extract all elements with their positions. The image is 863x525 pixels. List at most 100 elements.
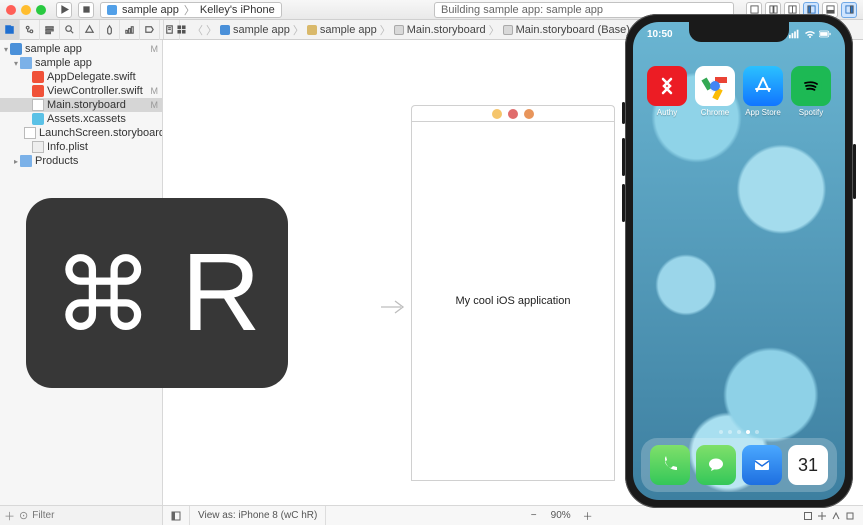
tree-item-sample-app[interactable]: ▾sample appM xyxy=(0,42,162,56)
document-outline-toggle[interactable] xyxy=(163,506,190,525)
proj-file-icon xyxy=(10,43,22,55)
initial-view-controller-arrow-icon[interactable] xyxy=(381,297,407,317)
zoom-in-button[interactable]: ＋ xyxy=(581,509,595,523)
storyboard-icon xyxy=(394,25,404,35)
minimize-window-icon[interactable] xyxy=(21,5,31,15)
zoom-out-button[interactable]: − xyxy=(527,509,541,523)
app-label: Chrome xyxy=(701,108,729,117)
close-window-icon[interactable] xyxy=(6,5,16,15)
project-icon xyxy=(220,25,230,35)
wifi-icon xyxy=(804,29,816,39)
simulator-screen[interactable]: 10:50 Authy Chrome App Store Spotify 31 xyxy=(633,22,845,500)
find-navigator-tab[interactable] xyxy=(60,20,80,40)
scheme-device-label: Kelley's iPhone xyxy=(200,4,275,16)
project-navigator-tab[interactable] xyxy=(0,20,20,40)
tree-item-assets-xcassets[interactable]: Assets.xcassets xyxy=(0,112,162,126)
canvas-options[interactable] xyxy=(795,506,863,525)
test-navigator-tab[interactable] xyxy=(100,20,120,40)
page-indicator[interactable] xyxy=(633,430,845,434)
view-as-control[interactable]: View as: iPhone 8 (wC hR) xyxy=(190,506,326,525)
sb-file-icon xyxy=(24,127,36,139)
authy-app-icon[interactable] xyxy=(647,66,687,106)
home-app-appstore[interactable]: App Store xyxy=(741,66,785,117)
tree-item-label: Info.plist xyxy=(47,141,88,153)
add-button[interactable]: ＋ xyxy=(4,509,15,523)
phone-app-icon[interactable] xyxy=(650,445,690,485)
tree-item-sample-app[interactable]: ▾sample app xyxy=(0,56,162,70)
view-controller-scene[interactable]: My cool iOS application xyxy=(411,105,615,481)
tree-item-label: LaunchScreen.storyboard xyxy=(39,127,163,139)
home-app-spotify[interactable]: Spotify xyxy=(789,66,833,117)
disclosure-triangle-icon[interactable]: ▾ xyxy=(2,45,10,54)
label-on-canvas[interactable]: My cool iOS application xyxy=(456,295,571,307)
r-key-glyph: R xyxy=(181,238,260,348)
tree-item-info-plist[interactable]: Info.plist xyxy=(0,140,162,154)
command-key-glyph: ⌘ xyxy=(53,246,153,346)
tree-item-label: sample app xyxy=(25,43,82,55)
scheme-app-label: sample app xyxy=(122,4,179,16)
scheme-selector[interactable]: sample app 〉 Kelley's iPhone xyxy=(100,2,282,18)
zoom-window-icon[interactable] xyxy=(36,5,46,15)
side-button-icon xyxy=(853,144,856,199)
tree-item-label: AppDelegate.swift xyxy=(47,71,136,83)
run-button[interactable] xyxy=(56,2,72,18)
tree-item-appdelegate-swift[interactable]: AppDelegate.swift xyxy=(0,70,162,84)
storyboard-icon xyxy=(503,25,513,35)
battery-icon xyxy=(819,29,831,39)
tree-item-viewcontroller-swift[interactable]: ViewController.swift M xyxy=(0,84,162,98)
first-responder-icon[interactable] xyxy=(492,109,502,119)
navigator-tabset xyxy=(0,20,180,40)
crumb-3[interactable]: Main.storyboard (Base) xyxy=(516,24,630,36)
crumb-2[interactable]: Main.storyboard xyxy=(407,24,486,36)
issue-navigator-tab[interactable] xyxy=(80,20,100,40)
chrome-app-icon[interactable] xyxy=(695,66,735,106)
scm-status-badge: M xyxy=(151,86,159,96)
appstore-app-icon[interactable] xyxy=(743,66,783,106)
folder-icon xyxy=(307,25,317,35)
breakpoint-navigator-tab[interactable] xyxy=(140,20,160,40)
dock: 31 xyxy=(641,438,837,492)
symbol-navigator-tab[interactable] xyxy=(40,20,60,40)
forward-button[interactable]: 〉 xyxy=(206,22,217,38)
app-label: App Store xyxy=(745,108,781,117)
filter-field[interactable] xyxy=(32,510,164,521)
tree-item-main-storyboard[interactable]: Main.storyboardM xyxy=(0,98,162,112)
tree-item-label: ViewController.swift xyxy=(47,85,143,97)
notch xyxy=(689,22,789,42)
keyboard-shortcut-overlay: ⌘ R xyxy=(26,198,288,388)
crumb-0[interactable]: sample app xyxy=(233,24,290,36)
scene-header[interactable] xyxy=(411,105,615,121)
tree-item-launchscreen-storyboard[interactable]: LaunchScreen.storyboard xyxy=(0,126,162,140)
mute-switch-icon xyxy=(622,102,625,124)
source-control-navigator-tab[interactable] xyxy=(20,20,40,40)
sb-file-icon xyxy=(32,99,44,111)
back-button[interactable]: 〈 xyxy=(192,22,203,38)
messages-app-icon[interactable] xyxy=(696,445,736,485)
mail-app-icon[interactable] xyxy=(742,445,782,485)
disclosure-triangle-icon[interactable]: ▾ xyxy=(12,59,20,68)
xc-file-icon xyxy=(32,113,44,125)
chevron-right-icon: 〉 xyxy=(184,2,195,18)
view-controller-view[interactable]: My cool iOS application xyxy=(411,121,615,481)
plist-file-icon xyxy=(32,141,44,153)
view-controller-icon[interactable] xyxy=(524,109,534,119)
disclosure-triangle-icon[interactable]: ▸ xyxy=(12,157,20,166)
activity-text: Building sample app: sample app xyxy=(441,4,603,16)
status-time: 10:50 xyxy=(647,29,673,40)
zoom-level[interactable]: 90% xyxy=(551,510,571,521)
spotify-app-icon[interactable] xyxy=(791,66,831,106)
home-app-chrome[interactable]: Chrome xyxy=(693,66,737,117)
crumb-1[interactable]: sample app xyxy=(320,24,377,36)
toggle-inspector-button[interactable] xyxy=(841,2,857,18)
volume-up-icon xyxy=(622,138,625,176)
tree-item-products[interactable]: ▸Products xyxy=(0,154,162,168)
calendar-app-icon[interactable]: 31 xyxy=(788,445,828,485)
home-app-authy[interactable]: Authy xyxy=(645,66,689,117)
related-items-icon[interactable] xyxy=(173,22,189,38)
filter-scope-icon[interactable]: ⊙ xyxy=(19,509,28,523)
ios-simulator-window[interactable]: 10:50 Authy Chrome App Store Spotify 31 xyxy=(625,14,853,508)
stop-button[interactable] xyxy=(78,2,94,18)
volume-down-icon xyxy=(622,184,625,222)
debug-navigator-tab[interactable] xyxy=(120,20,140,40)
exit-icon[interactable] xyxy=(508,109,518,119)
